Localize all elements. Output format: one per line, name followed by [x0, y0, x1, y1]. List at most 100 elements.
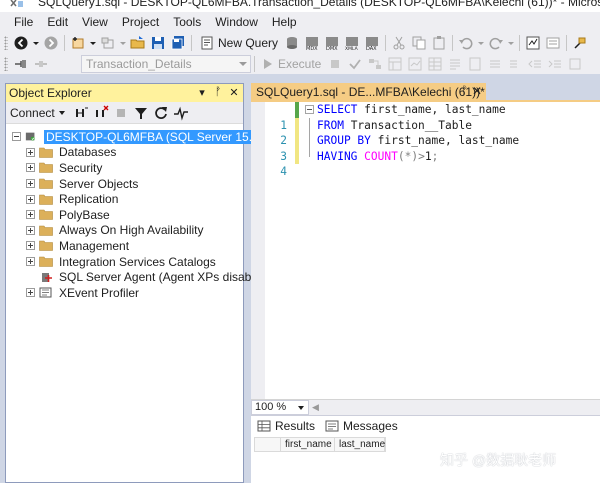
tree-node-replication[interactable]: Replication — [6, 191, 243, 207]
activity-monitor-icon[interactable] — [172, 104, 190, 122]
connect-object-explorer-icon[interactable] — [72, 104, 90, 122]
expand-icon[interactable] — [26, 210, 35, 220]
parse-icon[interactable] — [346, 55, 364, 73]
xmla-query-icon[interactable]: XMLA — [343, 34, 361, 52]
specify-template-values-icon[interactable] — [566, 55, 584, 73]
uncomment-icon[interactable] — [506, 55, 524, 73]
dropdown-caret-icon[interactable] — [507, 34, 515, 52]
tree-node-always-on[interactable]: Always On High Availability — [6, 223, 243, 239]
dropdown-caret-icon[interactable] — [477, 34, 485, 52]
disconnect-object-explorer-icon[interactable] — [92, 104, 110, 122]
stop-icon[interactable] — [112, 104, 130, 122]
tree-node-polybase[interactable]: PolyBase — [6, 207, 243, 223]
display-estimated-plan-icon[interactable] — [366, 55, 384, 73]
menu-project[interactable]: Project — [115, 15, 166, 29]
dropdown-caret-icon[interactable] — [119, 34, 127, 52]
undo-icon[interactable] — [457, 34, 475, 52]
back-icon[interactable] — [12, 34, 30, 52]
execute-button[interactable]: Execute — [258, 57, 325, 71]
code-line-1[interactable]: 1 SELECT first_name, last_name — [265, 102, 600, 132]
expand-icon[interactable] — [26, 288, 35, 298]
tab-messages[interactable]: Messages — [325, 419, 398, 433]
tree-node-integration-services[interactable]: Integration Services Catalogs — [6, 254, 243, 270]
available-databases-combo[interactable]: Transaction_Details — [81, 55, 251, 73]
query-document-tab[interactable]: SQLQuery1.sql - DE...MFBA\Kelechi (61))*… — [251, 83, 486, 100]
dmx-query-icon[interactable]: DMX — [323, 34, 341, 52]
toolbar-grip[interactable] — [4, 57, 8, 71]
column-header-first-name[interactable]: first_name — [281, 438, 335, 451]
auto-hide-pin-icon[interactable]: ᚡ — [212, 86, 224, 98]
zoom-level-combo[interactable]: 100 % — [251, 400, 309, 415]
code-area[interactable]: 1 SELECT first_name, last_name 2 FROM Tr… — [265, 102, 600, 178]
forward-icon[interactable] — [42, 34, 60, 52]
menu-window[interactable]: Window — [208, 15, 265, 29]
pin-search-icon[interactable] — [571, 34, 589, 52]
include-actual-plan-icon[interactable] — [406, 55, 424, 73]
refresh-icon[interactable] — [152, 104, 170, 122]
tree-node-xevent-profiler[interactable]: XEvent Profiler — [6, 285, 243, 301]
cancel-execute-icon[interactable] — [326, 55, 344, 73]
menu-help[interactable]: Help — [265, 15, 304, 29]
outline-collapse-icon[interactable] — [305, 105, 314, 114]
redo-icon[interactable] — [487, 34, 505, 52]
dropdown-caret-icon[interactable] — [32, 34, 40, 52]
menu-edit[interactable]: Edit — [40, 15, 75, 29]
tree-node-sql-server-agent[interactable]: SQL Server Agent (Agent XPs disabled) — [6, 269, 271, 285]
tree-node-management[interactable]: Management — [6, 238, 243, 254]
tree-node-databases[interactable]: Databases — [6, 145, 243, 161]
code-line-3[interactable]: 3 GROUP BY first_name, last_name — [265, 133, 600, 163]
results-to-text-icon[interactable] — [446, 55, 464, 73]
tree-node-security[interactable]: Security — [6, 160, 243, 176]
expand-icon[interactable] — [26, 241, 35, 251]
new-query-button[interactable]: New Query — [195, 35, 282, 51]
save-icon[interactable] — [149, 34, 167, 52]
collapse-icon[interactable] — [12, 132, 21, 142]
window-position-dropdown-icon[interactable]: ▾ — [196, 86, 208, 99]
column-header-last-name[interactable]: last_name — [335, 438, 385, 451]
activity-monitor-icon[interactable] — [524, 34, 542, 52]
grid-corner-cell[interactable] — [255, 438, 281, 451]
pin-icon[interactable]: ᚡ — [461, 85, 468, 97]
connect-dropdown-button[interactable]: Connect — [10, 106, 71, 120]
menu-tools[interactable]: Tools — [166, 15, 208, 29]
copy-icon[interactable] — [410, 34, 428, 52]
comment-out-icon[interactable] — [486, 55, 504, 73]
cut-icon[interactable] — [390, 34, 408, 52]
decrease-indent-icon[interactable] — [526, 55, 544, 73]
scroll-left-arrow-icon[interactable]: ◀ — [312, 402, 319, 413]
dax-query-icon[interactable]: DAX — [363, 34, 381, 52]
query-designer-icon[interactable] — [386, 55, 404, 73]
results-to-file-icon[interactable] — [466, 55, 484, 73]
save-all-icon[interactable] — [169, 34, 187, 52]
menu-view[interactable]: View — [75, 15, 115, 29]
add-item-icon[interactable] — [99, 34, 117, 52]
toolbar-grip[interactable] — [4, 36, 8, 50]
open-file-icon[interactable] — [129, 34, 147, 52]
sql-query-editor[interactable]: 1 SELECT first_name, last_name 2 FROM Tr… — [251, 102, 600, 399]
tree-node-server-objects[interactable]: Server Objects — [6, 176, 243, 192]
list-view-icon[interactable] — [544, 34, 562, 52]
expand-icon[interactable] — [26, 257, 35, 267]
increase-indent-icon[interactable] — [546, 55, 564, 73]
disconnect-query-icon[interactable] — [32, 55, 50, 73]
tab-results[interactable]: Results — [257, 419, 315, 433]
code-line-2[interactable]: 2 FROM Transaction__Table — [265, 117, 600, 147]
new-project-icon[interactable] — [69, 34, 87, 52]
code-line-4[interactable]: 4 HAVING COUNT(*)>1; — [265, 148, 600, 178]
expand-icon[interactable] — [26, 194, 35, 204]
paste-icon[interactable] — [430, 34, 448, 52]
mdx-query-icon[interactable]: MDX — [303, 34, 321, 52]
dropdown-caret-icon[interactable] — [89, 34, 97, 52]
connect-query-icon[interactable] — [12, 55, 30, 73]
close-icon[interactable]: ✕ — [228, 86, 240, 99]
expand-icon[interactable] — [26, 147, 35, 157]
menu-file[interactable]: File — [7, 15, 40, 29]
filter-icon[interactable] — [132, 104, 150, 122]
results-to-grid-icon[interactable] — [426, 55, 444, 73]
expand-icon[interactable] — [26, 179, 35, 189]
close-tab-icon[interactable]: ✕ — [472, 84, 482, 98]
expand-icon[interactable] — [26, 163, 35, 173]
tree-node-server[interactable]: DESKTOP-QL6MFBA (SQL Server 15.0.2095. — [6, 129, 295, 145]
expand-icon[interactable] — [26, 225, 35, 235]
database-engine-query-icon[interactable] — [283, 34, 301, 52]
